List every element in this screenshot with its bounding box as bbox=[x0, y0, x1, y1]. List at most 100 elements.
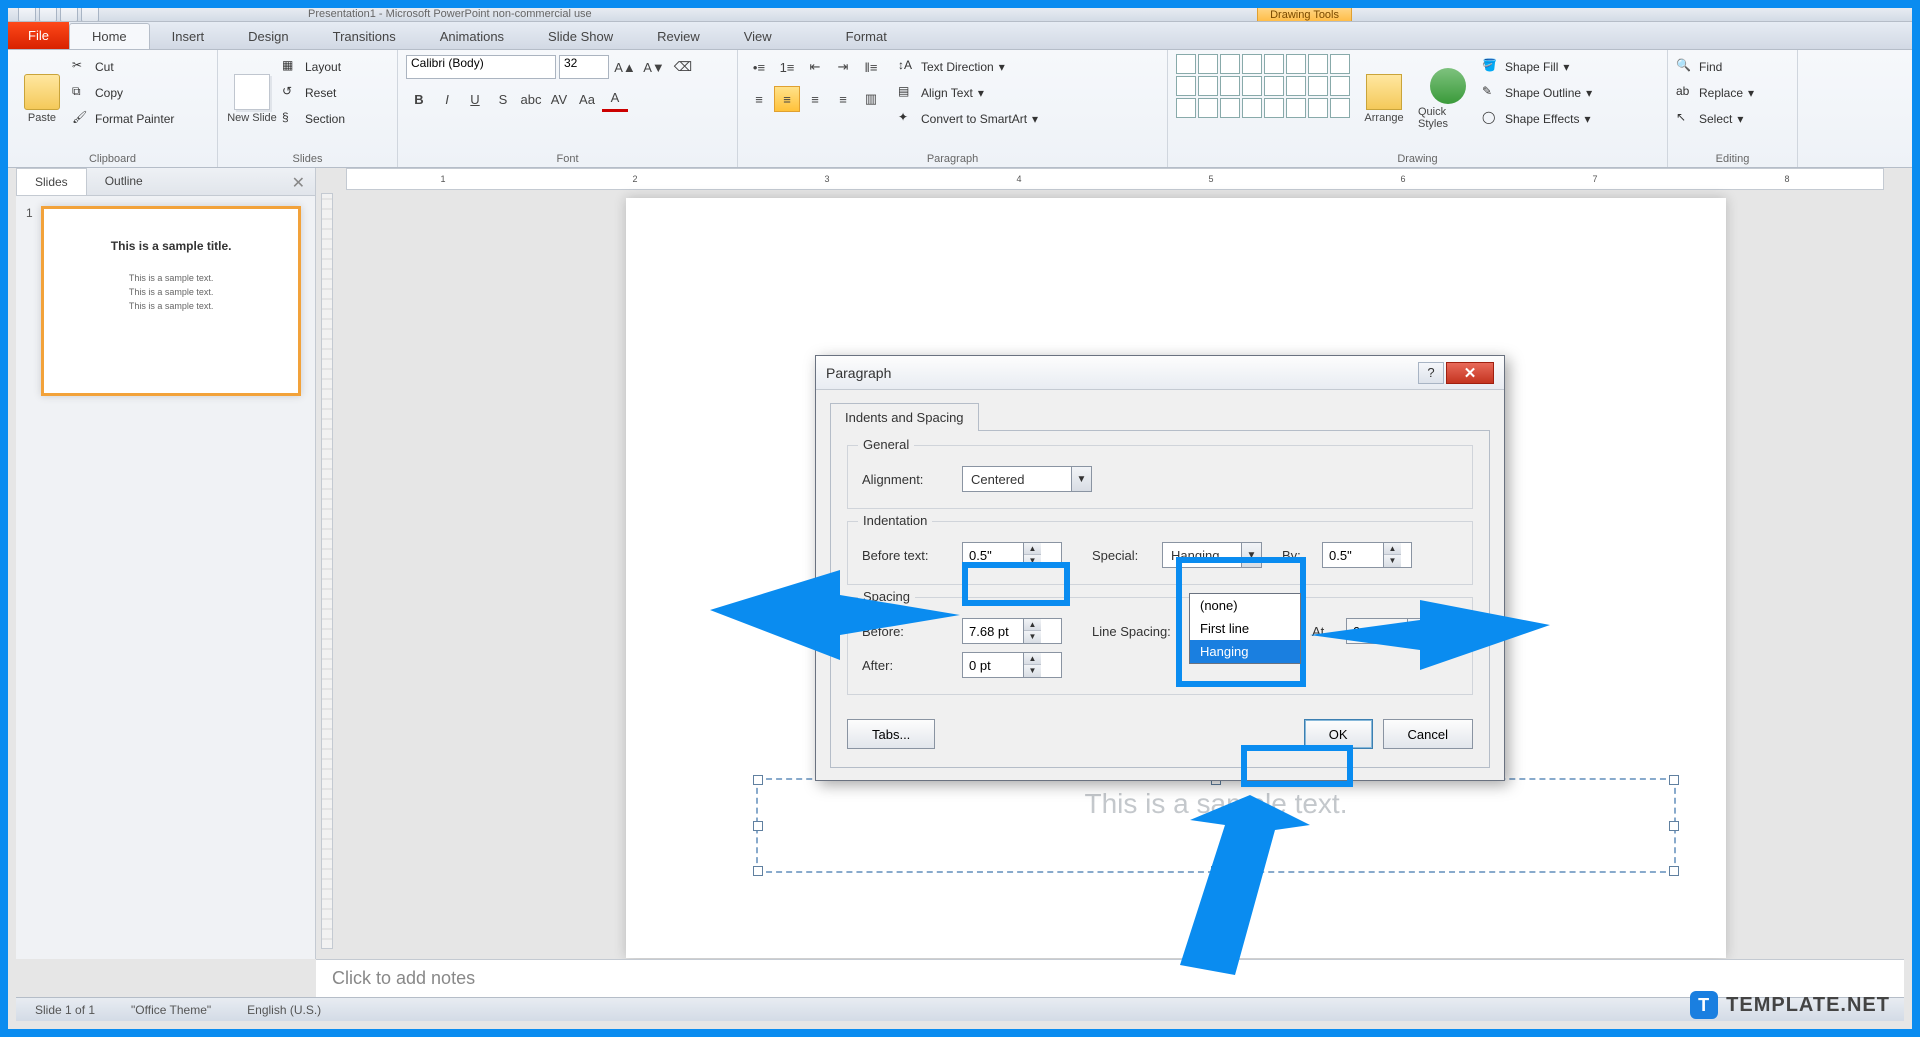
font-color-button[interactable]: A bbox=[602, 86, 628, 112]
spin-up-icon[interactable]: ▲ bbox=[1024, 653, 1041, 665]
tab-view[interactable]: View bbox=[722, 24, 794, 49]
new-slide-button[interactable]: New Slide bbox=[226, 54, 278, 144]
layout-button[interactable]: ▦Layout bbox=[282, 54, 345, 80]
shape-fill-button[interactable]: 🪣Shape Fill ▾ bbox=[1482, 54, 1592, 80]
tab-review[interactable]: Review bbox=[635, 24, 722, 49]
select-button[interactable]: ↖Select ▾ bbox=[1676, 106, 1754, 132]
shape-rect-icon[interactable] bbox=[1198, 54, 1218, 74]
spacing-after-input[interactable] bbox=[963, 658, 1023, 673]
spin-down-icon[interactable]: ▼ bbox=[1408, 631, 1425, 643]
shape-more-icon[interactable] bbox=[1330, 54, 1350, 74]
quick-styles-button[interactable]: Quick Styles bbox=[1418, 54, 1478, 144]
spacing-before-spinner[interactable]: ▲▼ bbox=[962, 618, 1062, 644]
strikethrough-button[interactable]: abc bbox=[518, 86, 544, 112]
alignment-select[interactable]: Centered ▼ bbox=[962, 466, 1092, 492]
qat-redo-icon[interactable] bbox=[60, 8, 78, 22]
copy-button[interactable]: ⧉Copy bbox=[72, 80, 174, 106]
qat-undo-icon[interactable] bbox=[39, 8, 57, 22]
italic-button[interactable]: I bbox=[434, 86, 460, 112]
tab-format[interactable]: Format bbox=[824, 24, 909, 49]
spacing-after-spinner[interactable]: ▲▼ bbox=[962, 652, 1062, 678]
dialog-tab-indents[interactable]: Indents and Spacing bbox=[830, 403, 979, 431]
numbering-button[interactable]: 1≡ bbox=[774, 54, 800, 80]
chevron-down-icon[interactable]: ▼ bbox=[1241, 543, 1261, 567]
dec-indent-button[interactable]: ⇤ bbox=[802, 54, 828, 80]
paste-button[interactable]: Paste bbox=[16, 54, 68, 144]
shape-callout-icon[interactable] bbox=[1308, 54, 1328, 74]
bold-button[interactable]: B bbox=[406, 86, 432, 112]
shape-star-icon[interactable] bbox=[1286, 54, 1306, 74]
align-left-button[interactable]: ≡ bbox=[746, 86, 772, 112]
align-center-button[interactable]: ≡ bbox=[774, 86, 800, 112]
inc-indent-button[interactable]: ⇥ bbox=[830, 54, 856, 80]
at-input[interactable] bbox=[1347, 624, 1407, 639]
bullets-button[interactable]: •≡ bbox=[746, 54, 772, 80]
outline-tab[interactable]: Outline bbox=[87, 168, 161, 195]
dialog-title-bar[interactable]: Paragraph ? ✕ bbox=[816, 356, 1504, 390]
shadow-button[interactable]: S bbox=[490, 86, 516, 112]
dialog-close-button[interactable]: ✕ bbox=[1446, 362, 1494, 384]
tab-file[interactable]: File bbox=[8, 21, 69, 49]
selected-text-box[interactable]: This is a sample text. bbox=[756, 778, 1676, 873]
font-size-select[interactable]: 32 bbox=[559, 55, 609, 79]
dialog-help-button[interactable]: ? bbox=[1418, 362, 1444, 384]
qat-more-icon[interactable] bbox=[81, 8, 99, 22]
tabs-button[interactable]: Tabs... bbox=[847, 719, 935, 749]
before-text-spinner[interactable]: ▲▼ bbox=[962, 542, 1062, 568]
font-name-select[interactable]: Calibri (Body) bbox=[406, 55, 556, 79]
shrink-font-icon[interactable]: A▼ bbox=[641, 54, 667, 80]
tab-insert[interactable]: Insert bbox=[150, 24, 227, 49]
shape-line-icon[interactable] bbox=[1176, 54, 1196, 74]
resize-handle[interactable] bbox=[753, 775, 763, 785]
shape-arrow-icon[interactable] bbox=[1242, 54, 1262, 74]
shape-outline-button[interactable]: ✎Shape Outline ▾ bbox=[1482, 80, 1592, 106]
shape-triangle-icon[interactable] bbox=[1264, 54, 1284, 74]
format-painter-button[interactable]: 🖌Format Painter bbox=[72, 106, 174, 132]
align-text-button[interactable]: ▤Align Text ▾ bbox=[898, 80, 1038, 106]
by-spinner[interactable]: ▲▼ bbox=[1322, 542, 1412, 568]
change-case-button[interactable]: Aa bbox=[574, 86, 600, 112]
grow-font-icon[interactable]: A▲ bbox=[612, 54, 638, 80]
tab-home[interactable]: Home bbox=[69, 23, 150, 49]
shape-effects-button[interactable]: ◯Shape Effects ▾ bbox=[1482, 106, 1592, 132]
find-button[interactable]: 🔍Find bbox=[1676, 54, 1754, 80]
justify-button[interactable]: ≡ bbox=[830, 86, 856, 112]
shape-gallery[interactable] bbox=[1176, 54, 1350, 118]
resize-handle[interactable] bbox=[753, 821, 763, 831]
tab-animations[interactable]: Animations bbox=[418, 24, 526, 49]
slides-tab[interactable]: Slides bbox=[16, 168, 87, 195]
columns-button[interactable]: ▥ bbox=[858, 86, 884, 112]
spacing-button[interactable]: AV bbox=[546, 86, 572, 112]
by-input[interactable] bbox=[1323, 548, 1383, 563]
resize-handle[interactable] bbox=[753, 866, 763, 876]
cut-button[interactable]: ✂Cut bbox=[72, 54, 174, 80]
arrange-button[interactable]: Arrange bbox=[1354, 54, 1414, 144]
spin-up-icon[interactable]: ▲ bbox=[1384, 543, 1401, 555]
spin-up-icon[interactable]: ▲ bbox=[1408, 619, 1425, 631]
smartart-button[interactable]: ✦Convert to SmartArt ▾ bbox=[898, 106, 1038, 132]
spin-up-icon[interactable]: ▲ bbox=[1024, 543, 1041, 555]
tab-transitions[interactable]: Transitions bbox=[311, 24, 418, 49]
status-language[interactable]: English (U.S.) bbox=[238, 1000, 330, 1020]
spin-down-icon[interactable]: ▼ bbox=[1024, 631, 1041, 643]
resize-handle[interactable] bbox=[1669, 775, 1679, 785]
replace-button[interactable]: abReplace ▾ bbox=[1676, 80, 1754, 106]
tab-design[interactable]: Design bbox=[226, 24, 310, 49]
resize-handle[interactable] bbox=[1669, 866, 1679, 876]
option-none[interactable]: (none) bbox=[1190, 594, 1300, 617]
cancel-button[interactable]: Cancel bbox=[1383, 719, 1473, 749]
option-first-line[interactable]: First line bbox=[1190, 617, 1300, 640]
shape-oval-icon[interactable] bbox=[1220, 54, 1240, 74]
before-text-input[interactable] bbox=[963, 548, 1023, 563]
slide-thumbnail[interactable]: This is a sample title. This is a sample… bbox=[41, 206, 301, 396]
spin-down-icon[interactable]: ▼ bbox=[1024, 665, 1041, 677]
ok-button[interactable]: OK bbox=[1304, 719, 1373, 749]
align-right-button[interactable]: ≡ bbox=[802, 86, 828, 112]
notes-pane[interactable]: Click to add notes bbox=[316, 959, 1904, 1001]
at-spinner[interactable]: ▲▼ bbox=[1346, 618, 1426, 644]
line-spacing-button[interactable]: ‖≡ bbox=[858, 54, 884, 80]
tab-slideshow[interactable]: Slide Show bbox=[526, 24, 635, 49]
resize-handle[interactable] bbox=[1669, 821, 1679, 831]
underline-button[interactable]: U bbox=[462, 86, 488, 112]
resize-handle[interactable] bbox=[1211, 866, 1221, 876]
